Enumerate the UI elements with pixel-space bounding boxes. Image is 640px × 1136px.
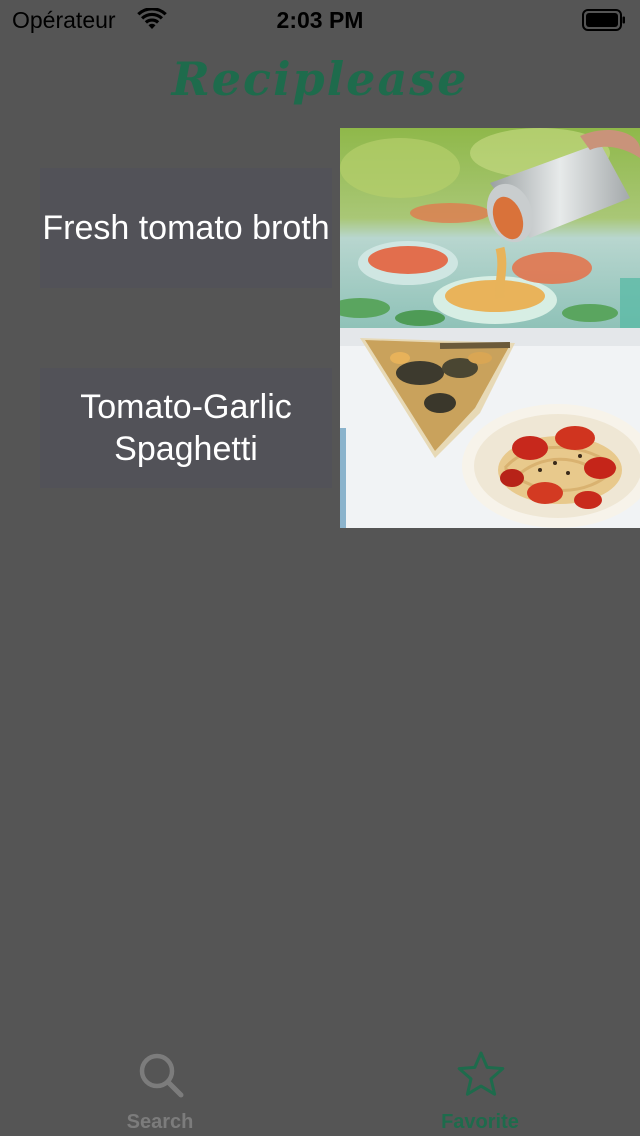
tab-search[interactable]: Search bbox=[0, 1040, 320, 1136]
tomato-broth-photo bbox=[340, 128, 640, 328]
tab-bar: Search Favorite bbox=[0, 1040, 640, 1136]
tab-search-label: Search bbox=[126, 1111, 194, 1133]
clock: 2:03 PM bbox=[276, 7, 364, 33]
recipe-title: Tomato-Garlic Spaghetti bbox=[40, 368, 332, 488]
status-bar: Opérateur 2:03 PM bbox=[0, 0, 640, 40]
app-title: Reciplease bbox=[171, 52, 469, 106]
star-icon bbox=[457, 1051, 505, 1096]
tab-favorite[interactable]: Favorite bbox=[320, 1040, 640, 1136]
favorite-recipe-list: Fresh tomato broth Tomato-Garlic Spaghet… bbox=[0, 128, 640, 528]
recipe-row[interactable]: Tomato-Garlic Spaghetti bbox=[0, 328, 640, 528]
recipe-title: Fresh tomato broth bbox=[40, 168, 332, 288]
recipe-row[interactable]: Fresh tomato broth bbox=[0, 128, 640, 328]
search-icon bbox=[139, 1053, 184, 1098]
battery-icon bbox=[582, 9, 625, 31]
tab-favorite-label: Favorite bbox=[441, 1111, 519, 1133]
spaghetti-photo bbox=[340, 328, 640, 528]
